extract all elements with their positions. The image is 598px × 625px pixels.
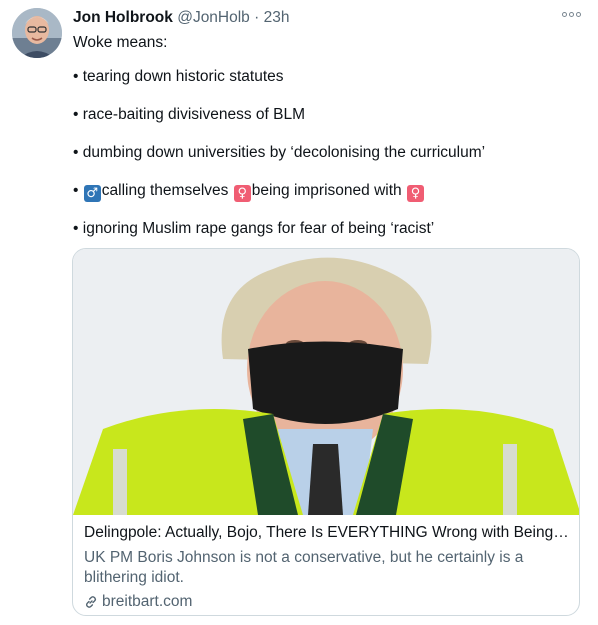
avatar[interactable] — [12, 8, 62, 58]
bullet-text: ignoring Muslim rape gangs for fear of b… — [82, 220, 435, 237]
bullet: • — [73, 106, 79, 123]
tweet-intro: Woke means: — [73, 34, 168, 51]
bullet-text: race-baiting divisiveness of BLM — [82, 106, 306, 123]
more-options-icon[interactable] — [560, 8, 582, 20]
author-name[interactable]: Jon Holbrook — [73, 9, 173, 26]
author-handle[interactable]: @JonHolb — [177, 9, 250, 26]
bullet-item: • tearing down historic statutes — [73, 67, 284, 87]
tweet-timestamp[interactable]: 23h — [264, 9, 290, 26]
header-separator: · — [254, 9, 260, 26]
female-symbol-icon: ♀ — [233, 185, 251, 202]
bullet: • — [73, 144, 79, 161]
link-domain-text: breitbart.com — [102, 593, 193, 610]
link-preview-text[interactable]: Delingpole: Actually, Bojo, There Is EVE… — [84, 523, 572, 612]
tweet-header: Jon Holbrook @JonHolb · 23h — [73, 8, 584, 30]
link-preview-image[interactable] — [73, 249, 579, 515]
bullet: • — [73, 68, 79, 85]
bullet-item: • ignoring Muslim rape gangs for fear of… — [73, 219, 434, 239]
bullet-item: • ♂ calling themselves ♀ being imprisoned … — [73, 181, 425, 202]
bullet: • — [73, 182, 79, 199]
link-domain[interactable]: breitbart.com — [84, 592, 569, 612]
link-icon — [85, 596, 97, 608]
bullet-item: • dumbing down universities by ‘decoloni… — [73, 143, 485, 163]
link-description: UK PM Boris Johnson is not a conservativ… — [84, 549, 524, 586]
link-preview-card[interactable]: Delingpole: Actually, Bojo, There Is EVE… — [72, 248, 580, 616]
link-title[interactable]: Delingpole: Actually, Bojo, There Is EVE… — [84, 523, 572, 543]
male-symbol-icon: ♂ — [83, 185, 101, 202]
tweet: Jon Holbrook @JonHolb · 23h Woke means: … — [0, 0, 598, 625]
female-symbol-icon: ♀ — [406, 185, 424, 202]
bullet: • — [73, 220, 79, 237]
bullet-text: tearing down historic statutes — [82, 68, 284, 85]
bullet-text: being imprisoned with — [251, 182, 402, 199]
avatar-image — [12, 8, 62, 58]
bullet-text: calling themselves — [101, 182, 229, 199]
bullet-text: dumbing down universities by ‘decolonisi… — [82, 144, 486, 161]
bullet-item: • race-baiting divisiveness of BLM — [73, 105, 305, 125]
